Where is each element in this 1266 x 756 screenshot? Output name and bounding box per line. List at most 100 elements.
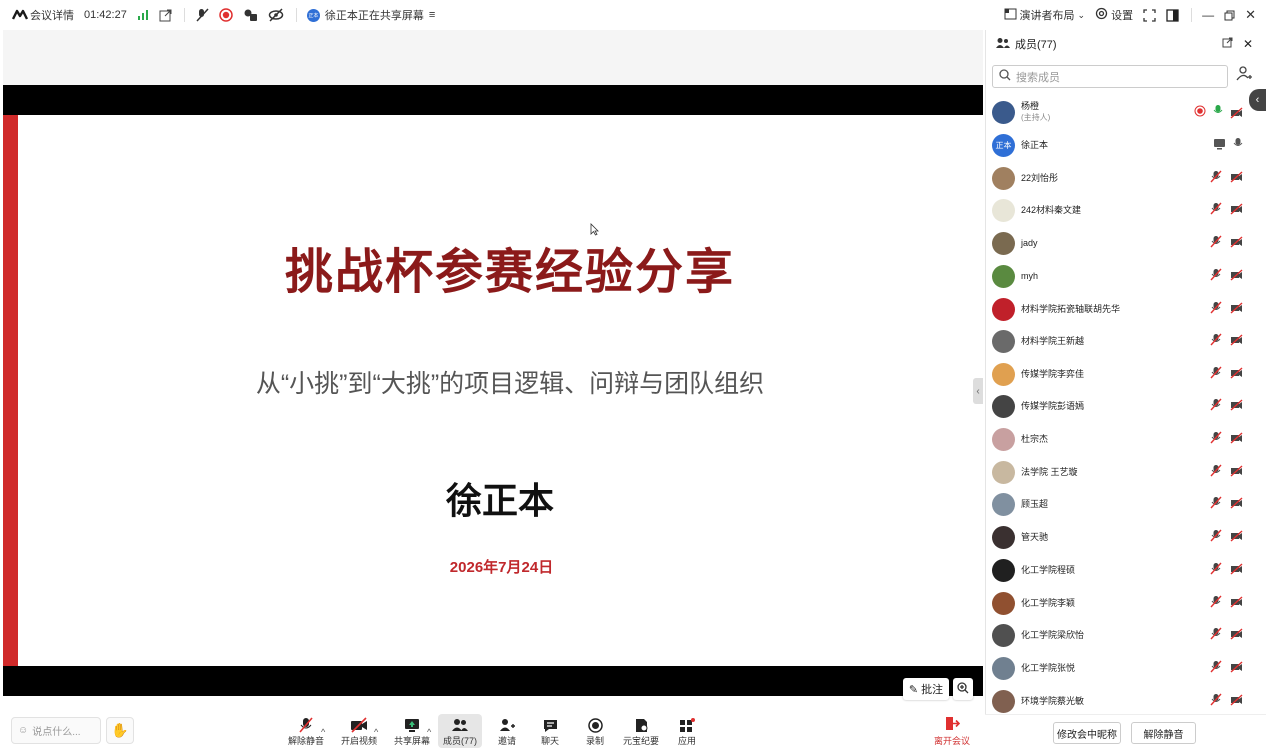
zoom-button[interactable] [953, 678, 973, 700]
video-off-icon[interactable] [1230, 366, 1244, 380]
mic-muted-icon[interactable] [1210, 562, 1224, 576]
mic-muted-icon[interactable] [1210, 202, 1224, 216]
video-off-icon[interactable] [1230, 106, 1244, 120]
member-row[interactable]: 环境学院蔡光敏 [992, 687, 1252, 715]
member-row[interactable]: 传媒学院李弈佳 [992, 360, 1252, 388]
apps-button[interactable]: 应用 [662, 716, 712, 748]
unmute-self-button[interactable]: 解除静音 [1131, 722, 1196, 744]
chevron-up-icon[interactable]: ^ [321, 727, 325, 737]
mic-on-icon[interactable] [1232, 137, 1244, 155]
add-user-icon[interactable] [1236, 66, 1254, 86]
mic-muted-icon[interactable] [1210, 529, 1224, 543]
video-off-icon[interactable] [1230, 431, 1244, 445]
record-button[interactable]: 录制 [570, 716, 620, 748]
mic-muted-icon[interactable] [1210, 170, 1224, 184]
member-name: myh [1021, 270, 1039, 281]
collapse-panel-button[interactable]: ‹ [973, 378, 983, 404]
video-off-icon[interactable] [1230, 529, 1244, 543]
member-name: jady [1021, 237, 1038, 248]
minimize-icon[interactable]: — [1202, 8, 1214, 22]
chat-button[interactable]: 聊天 [525, 716, 575, 748]
mic-muted-icon[interactable] [1210, 464, 1224, 478]
leave-meeting-button[interactable]: 离开会议 [930, 716, 974, 748]
layout-dropdown[interactable]: 演讲者布局 ⌄ [1004, 7, 1085, 23]
member-row[interactable]: 传媒学院彭语嫣 [992, 392, 1252, 420]
member-row[interactable]: 242材料秦文建 [992, 196, 1252, 224]
video-off-icon[interactable] [1230, 627, 1244, 641]
member-row[interactable]: 材料学院王新越 [992, 327, 1252, 355]
video-off-icon[interactable] [1230, 496, 1244, 510]
popout-icon[interactable] [159, 9, 172, 22]
mic-on-icon[interactable] [1212, 104, 1224, 122]
fullscreen-icon[interactable] [1143, 8, 1156, 22]
video-off-icon[interactable] [1230, 268, 1244, 282]
mic-muted-icon[interactable] [1210, 660, 1224, 674]
sidebar-toggle-icon[interactable] [1166, 8, 1179, 22]
member-row[interactable]: 杨橙 (主持人) [992, 98, 1252, 126]
video-off-icon[interactable] [1230, 333, 1244, 347]
mic-muted-icon[interactable] [1210, 595, 1224, 609]
mute-all-icon[interactable] [195, 8, 209, 22]
video-off-icon[interactable] [1230, 301, 1244, 315]
video-off-icon[interactable] [1230, 595, 1244, 609]
mic-muted-icon[interactable] [1210, 333, 1224, 347]
video-off-icon[interactable] [1230, 398, 1244, 412]
member-search-input[interactable]: 搜索成员 [992, 65, 1228, 88]
chevron-up-icon[interactable]: ^ [427, 727, 431, 737]
members-panel-footer [985, 714, 1266, 756]
avatar [992, 100, 1015, 124]
mic-muted-icon[interactable] [1210, 268, 1224, 282]
rename-button[interactable]: 修改会中昵称 [1053, 722, 1121, 744]
restore-icon[interactable] [1224, 10, 1235, 21]
meeting-details-button[interactable]: 会议详情 [11, 7, 74, 23]
recording-icon[interactable] [219, 8, 233, 22]
chevron-up-icon[interactable]: ^ [374, 727, 378, 737]
member-row[interactable]: myh [992, 262, 1252, 290]
member-row[interactable]: 顾玉超 [992, 490, 1252, 518]
quick-chat-placeholder: 说点什么... [32, 727, 81, 738]
mic-muted-icon[interactable] [1210, 627, 1224, 641]
member-row[interactable]: 化工学院梁欣怡 [992, 621, 1252, 649]
mic-muted-icon[interactable] [1210, 693, 1224, 707]
member-row[interactable]: 材料学院拓瓷轴联胡先华 [992, 295, 1252, 323]
member-row[interactable]: 杜宗杰 [992, 425, 1252, 453]
meeting-notes-button[interactable]: 元宝纪要 [616, 716, 666, 748]
members-button[interactable]: 成员(77) [438, 714, 482, 748]
mic-muted-icon[interactable] [1210, 496, 1224, 510]
member-name: 化工学院程硕 [1021, 564, 1076, 575]
annotate-button[interactable]: ✎ 批注 [903, 678, 949, 700]
video-off-icon[interactable] [1230, 170, 1244, 184]
member-row[interactable]: 22刘怡彤 [992, 164, 1252, 192]
close-panel-icon[interactable]: ✕ [1243, 37, 1253, 51]
member-row[interactable]: 化工学院张悦 [992, 654, 1252, 682]
lock-meeting-icon[interactable] [243, 8, 258, 22]
mic-muted-icon[interactable] [1210, 301, 1224, 315]
video-off-icon[interactable] [1230, 693, 1244, 707]
video-off-icon[interactable] [1230, 660, 1244, 674]
video-off-icon[interactable] [1230, 464, 1244, 478]
member-row[interactable]: 法学院 王艺璇 [992, 458, 1252, 486]
member-row[interactable]: 化工学院程硕 [992, 556, 1252, 584]
mic-muted-icon[interactable] [1210, 398, 1224, 412]
raise-hand-button[interactable]: ✋ [106, 717, 134, 744]
member-name: 材料学院王新越 [1021, 335, 1085, 346]
mic-muted-icon[interactable] [1210, 431, 1224, 445]
hide-icon[interactable] [268, 8, 284, 22]
mic-muted-icon[interactable] [1210, 366, 1224, 380]
apps-icon [679, 716, 695, 734]
sharing-status[interactable]: 正本 徐正本正在共享屏幕 ≡ [306, 7, 435, 23]
quick-chat-input[interactable]: ☺ 说点什么... [11, 717, 101, 744]
member-row[interactable]: jady [992, 229, 1252, 257]
member-row[interactable]: 管天驰 [992, 523, 1252, 551]
video-off-icon[interactable] [1230, 562, 1244, 576]
video-off-icon[interactable] [1230, 202, 1244, 216]
signal-icon[interactable] [137, 9, 149, 21]
mic-muted-icon[interactable] [1210, 235, 1224, 249]
avatar [992, 689, 1015, 713]
popout-panel-icon[interactable] [1222, 37, 1233, 51]
settings-button[interactable]: 设置 [1095, 7, 1133, 23]
video-off-icon[interactable] [1230, 235, 1244, 249]
member-row[interactable]: 化工学院李颖 [992, 589, 1252, 617]
member-row[interactable]: 正本 徐正本 [992, 131, 1252, 159]
close-icon[interactable]: ✕ [1245, 7, 1256, 23]
